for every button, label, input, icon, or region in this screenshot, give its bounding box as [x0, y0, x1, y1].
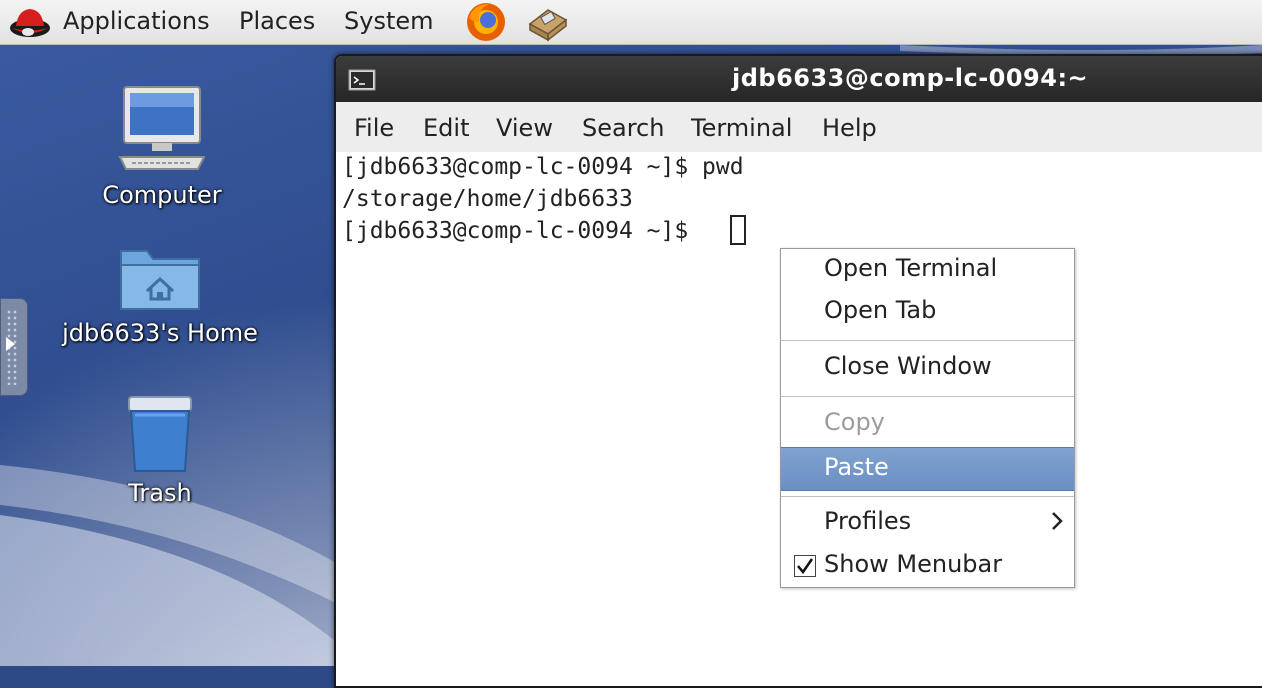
menu-item-open-tab[interactable]: Open Tab: [781, 291, 1074, 333]
side-panel-handle[interactable]: [0, 298, 28, 396]
menu-help[interactable]: Help: [822, 114, 877, 142]
places-menu[interactable]: Places: [239, 7, 315, 35]
menu-item-label: Open Tab: [824, 296, 937, 324]
menu-item-label: Copy: [824, 408, 885, 436]
menu-item-open-terminal[interactable]: Open Terminal: [781, 249, 1074, 291]
redhat-logo-icon[interactable]: [6, 2, 54, 42]
context-menu: Open Terminal Open Tab Close Window Copy…: [780, 248, 1075, 588]
menu-terminal[interactable]: Terminal: [691, 114, 792, 142]
desktop-icon-home[interactable]: jdb6633's Home: [60, 241, 260, 347]
package-manager-icon[interactable]: [522, 2, 570, 42]
menu-item-label: Show Menubar: [824, 550, 1003, 578]
menu-item-label: Profiles: [824, 507, 912, 535]
chevron-right-icon: [1052, 512, 1063, 530]
menu-view[interactable]: View: [496, 114, 553, 142]
window-title: jdb6633@comp-lc-0094:~: [732, 64, 1089, 92]
terminal-icon: [348, 69, 376, 91]
computer-icon: [118, 86, 206, 170]
menu-item-label: Close Window: [824, 352, 992, 380]
system-menu[interactable]: System: [344, 7, 434, 35]
menu-item-show-menubar[interactable]: Show Menubar: [781, 545, 1074, 587]
terminal-prompt-line: [jdb6633@comp-lc-0094 ~]$: [342, 218, 703, 244]
checkbox-icon[interactable]: [794, 555, 816, 577]
menu-separator: [781, 496, 1074, 497]
trash-icon: [128, 396, 192, 472]
menu-item-label: Paste: [824, 453, 889, 481]
titlebar[interactable]: jdb6633@comp-lc-0094:~: [336, 56, 1262, 102]
text-cursor: [730, 215, 746, 245]
desktop-icon-label: Trash: [128, 479, 192, 507]
menu-item-paste[interactable]: Paste: [781, 447, 1074, 491]
desktop-icon-label: Computer: [102, 181, 222, 209]
menu-separator: [781, 340, 1074, 341]
menu-edit[interactable]: Edit: [423, 114, 469, 142]
expand-arrow-icon: [6, 337, 15, 351]
checkmark-icon: [797, 558, 814, 575]
terminal-line: /storage/home/jdb6633: [342, 186, 633, 212]
menu-separator: [781, 396, 1074, 397]
firefox-icon[interactable]: [463, 0, 509, 44]
menu-item-close-window[interactable]: Close Window: [781, 347, 1074, 389]
terminal-line: [jdb6633@comp-lc-0094 ~]$ pwd: [342, 154, 744, 180]
applications-menu[interactable]: Applications: [63, 7, 210, 35]
menubar: File Edit View Search Terminal Help: [336, 102, 1262, 153]
menu-search[interactable]: Search: [582, 114, 664, 142]
menu-file[interactable]: File: [354, 114, 394, 142]
home-folder-icon: [120, 250, 200, 310]
menu-item-copy: Copy: [781, 403, 1074, 445]
desktop-icon-label: jdb6633's Home: [62, 319, 258, 347]
desktop-icon-computer[interactable]: Computer: [62, 85, 262, 209]
top-panel: Applications Places System: [0, 0, 1262, 45]
menu-item-profiles[interactable]: Profiles: [781, 502, 1074, 544]
desktop-icon-trash[interactable]: Trash: [60, 395, 260, 507]
menu-item-label: Open Terminal: [824, 254, 998, 282]
